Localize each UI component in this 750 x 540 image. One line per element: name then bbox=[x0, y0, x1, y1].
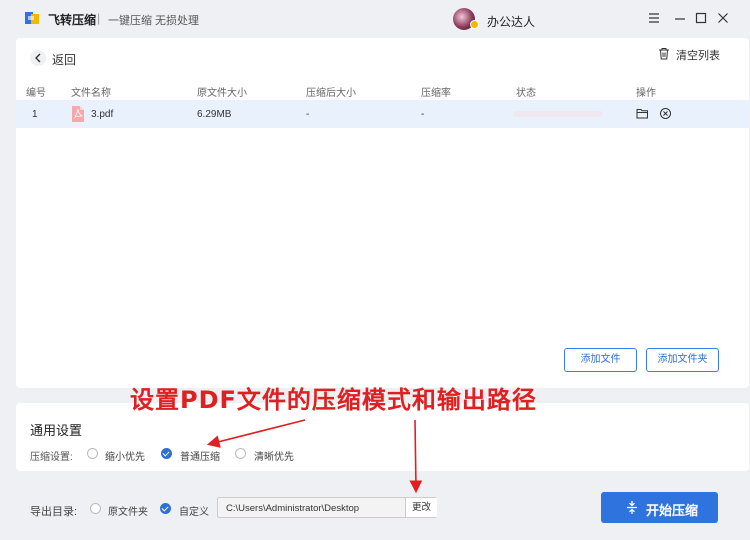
back-button[interactable] bbox=[30, 50, 46, 66]
output-path-field[interactable]: C:\Users\Administrator\Desktop 更改 bbox=[217, 497, 437, 518]
header-ratio: 压缩率 bbox=[421, 88, 451, 99]
header-actions: 操作 bbox=[636, 88, 656, 99]
chevron-left-icon bbox=[35, 53, 41, 63]
pdf-file-icon bbox=[71, 106, 85, 122]
header-compressed-size: 压缩后大小 bbox=[306, 88, 356, 99]
option-normal-compress[interactable]: 普通压缩 bbox=[180, 448, 220, 463]
radio-original-folder[interactable] bbox=[90, 503, 101, 514]
radio-normal-compress[interactable] bbox=[161, 448, 172, 459]
footer-bar: 导出目录: 原文件夹 自定义 C:\Users\Administrator\De… bbox=[0, 478, 750, 540]
option-size-priority[interactable]: 缩小优先 bbox=[105, 448, 145, 463]
maximize-icon[interactable] bbox=[693, 10, 709, 26]
row-file-name: 3.pdf bbox=[91, 109, 114, 120]
compress-icon bbox=[627, 501, 637, 514]
change-path-button[interactable]: 更改 bbox=[405, 498, 437, 517]
output-dir-label: 导出目录: bbox=[30, 506, 78, 518]
close-circle-icon[interactable] bbox=[659, 107, 672, 123]
annotation-text: 设置PDF文件的压缩模式和输出路径 bbox=[130, 386, 537, 414]
radio-custom[interactable] bbox=[160, 503, 171, 514]
app-logo-icon bbox=[24, 10, 40, 26]
header-status: 状态 bbox=[516, 88, 536, 99]
add-file-button[interactable]: 添加文件 bbox=[564, 348, 637, 372]
radio-size-priority[interactable] bbox=[87, 448, 98, 459]
folder-icon[interactable] bbox=[636, 108, 649, 122]
option-clarity-priority[interactable]: 清晰优先 bbox=[254, 448, 294, 463]
table-header: 编号 文件名称 原文件大小 压缩后大小 压缩率 状态 操作 bbox=[16, 82, 749, 99]
row-index: 1 bbox=[32, 109, 38, 120]
title-bar: 飞转压缩 | 一键压缩 无损处理 办公达人 bbox=[0, 0, 750, 38]
compress-setting-label: 压缩设置: bbox=[30, 452, 73, 463]
header-name: 文件名称 bbox=[71, 88, 111, 99]
menu-icon[interactable] bbox=[646, 10, 662, 26]
row-ratio: - bbox=[421, 109, 425, 120]
clear-list-label: 清空列表 bbox=[676, 50, 720, 62]
minimize-icon[interactable] bbox=[672, 10, 688, 26]
username[interactable]: 办公达人 bbox=[487, 13, 535, 30]
file-list-panel: 返回 清空列表 编号 文件名称 原文件大小 压缩后大小 压缩率 状态 操作 1 … bbox=[16, 38, 749, 388]
app-subtitle: 一键压缩 无损处理 bbox=[108, 15, 200, 27]
close-window-icon[interactable] bbox=[715, 10, 731, 26]
add-folder-button[interactable]: 添加文件夹 bbox=[646, 348, 719, 372]
start-compress-button[interactable]: 开始压缩 bbox=[601, 492, 718, 523]
row-original-size: 6.29MB bbox=[197, 109, 232, 120]
row-compressed-size: - bbox=[306, 109, 310, 120]
header-original-size: 原文件大小 bbox=[197, 88, 247, 99]
settings-title: 通用设置 bbox=[30, 423, 83, 438]
back-label[interactable]: 返回 bbox=[52, 51, 76, 68]
table-row[interactable]: 1 3.pdf 6.29MB - - bbox=[16, 100, 749, 128]
vip-badge bbox=[470, 20, 479, 29]
start-compress-label: 开始压缩 bbox=[646, 503, 699, 518]
radio-clarity-priority[interactable] bbox=[235, 448, 246, 459]
header-index: 编号 bbox=[26, 88, 46, 99]
app-title: 飞转压缩 bbox=[48, 13, 97, 27]
output-path-value: C:\Users\Administrator\Desktop bbox=[226, 503, 360, 514]
title-separator: | bbox=[97, 11, 101, 25]
option-original-folder[interactable]: 原文件夹 bbox=[108, 503, 148, 518]
row-status bbox=[513, 111, 603, 117]
option-custom[interactable]: 自定义 bbox=[179, 503, 209, 518]
trash-icon bbox=[659, 48, 669, 60]
